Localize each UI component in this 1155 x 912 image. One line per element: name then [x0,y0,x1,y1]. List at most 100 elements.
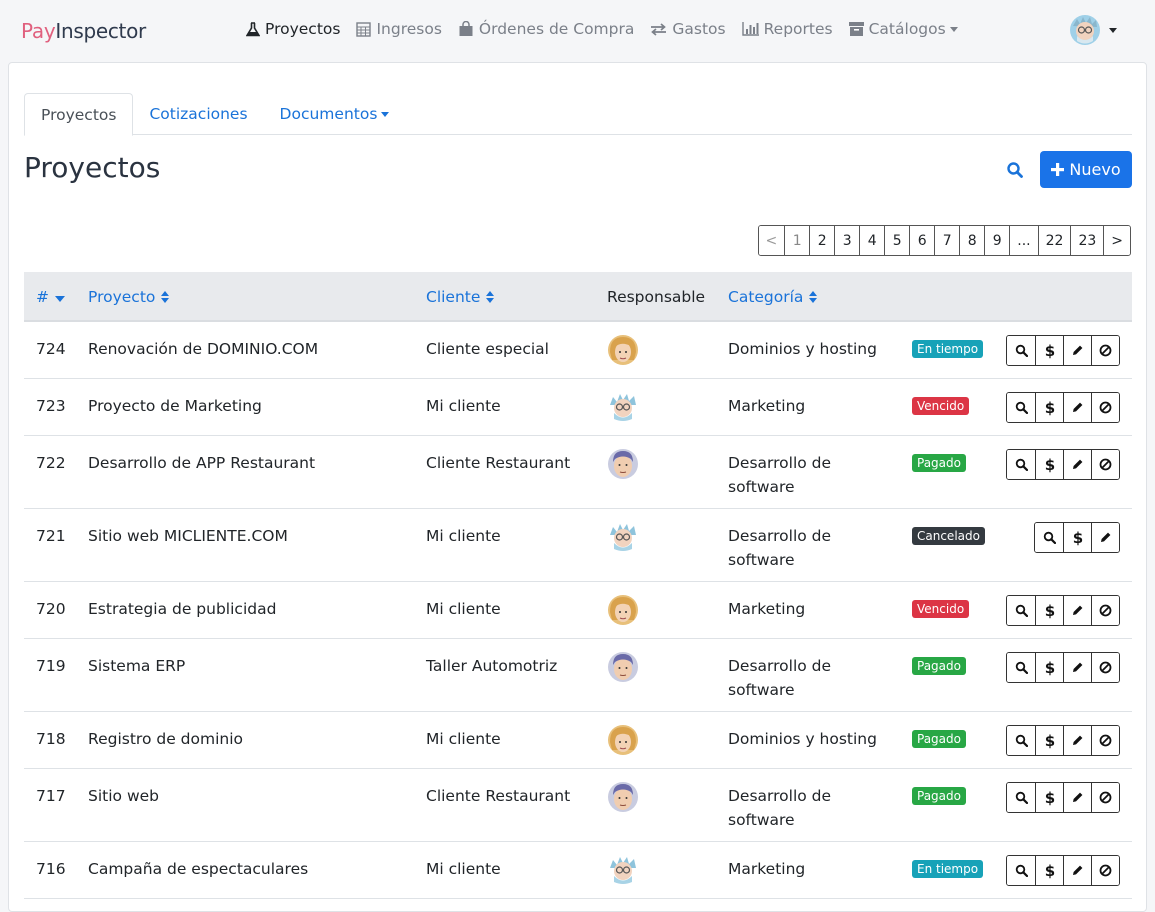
project-name: Desarrollo de APP Restaurant [88,454,316,472]
page-link-10[interactable]: ... [1009,226,1038,255]
tab-1[interactable]: Cotizaciones [133,93,263,135]
sort-icon [486,291,495,303]
new-project-button[interactable]: Nuevo [1040,151,1132,188]
nav-item-label: Ingresos [376,20,442,38]
view-button[interactable] [1007,336,1035,365]
payments-button[interactable]: $ [1035,393,1063,422]
page-link-4[interactable]: 4 [859,226,885,255]
top-navbar: PayInspector Proyectos Ingresos Órdenes de… [0,0,1155,62]
payments-button[interactable]: $ [1035,450,1063,479]
svg-text:$: $ [1045,660,1055,676]
payments-button[interactable]: $ [1063,523,1091,552]
row-actions: $ [1006,782,1120,813]
edit-button[interactable] [1063,596,1091,625]
column-category-label: Categoría [728,288,804,306]
payments-button[interactable]: $ [1035,856,1063,885]
edit-button[interactable] [1063,336,1091,365]
row-actions: $ [1006,652,1120,683]
tab-2[interactable]: Documentos [264,93,406,135]
view-button[interactable] [1007,393,1035,422]
pencil-icon [1071,734,1084,747]
cancel-button[interactable] [1091,783,1119,812]
edit-button[interactable] [1063,783,1091,812]
project-name: Registro de dominio [88,730,243,748]
view-button[interactable] [1007,653,1035,682]
cancel-button[interactable] [1091,726,1119,755]
page-link-13[interactable]: > [1103,226,1130,255]
page-link-12[interactable]: 23 [1070,226,1104,255]
page-link-8[interactable]: 8 [959,226,985,255]
payments-button[interactable]: $ [1035,336,1063,365]
svg-text:$: $ [1045,457,1055,473]
column-header-client[interactable]: Cliente [426,288,495,306]
search-icon[interactable] [1006,161,1024,179]
dropdown-caret-icon [949,26,958,32]
responsible-avatar [607,391,639,423]
edit-button[interactable] [1063,726,1091,755]
tab-label: Proyectos [41,105,117,124]
page-link-2[interactable]: 2 [809,226,835,255]
cancel-button[interactable] [1091,856,1119,885]
nav-item-5[interactable]: Catálogos [848,20,958,38]
edit-button[interactable] [1063,856,1091,885]
page-link-6[interactable]: 6 [909,226,935,255]
brand-logo[interactable]: PayInspector [21,19,146,43]
category: Marketing [728,857,805,881]
column-header-project[interactable]: Proyecto [88,288,170,306]
view-button[interactable] [1035,523,1063,552]
row-actions: $ [1006,725,1120,756]
nav-item-1[interactable]: Ingresos [356,20,442,38]
tab-0[interactable]: Proyectos [24,93,134,136]
view-button[interactable] [1007,856,1035,885]
client-name: Cliente Restaurant [426,454,571,472]
column-header-id[interactable]: # [36,288,66,306]
page-link-3[interactable]: 3 [834,226,860,255]
status-badge: Pagado [912,454,966,472]
client-name: Cliente Restaurant [426,787,571,805]
flask-icon [246,21,265,37]
table-row: 721 Sitio web MICLIENTE.COM Mi cliente Desa… [24,509,1132,582]
column-header-category[interactable]: Categoría [728,288,818,306]
table-body: 724 Renovación de DOMINIO.COM Cliente espe… [24,322,1132,899]
view-button[interactable] [1007,726,1035,755]
edit-button[interactable] [1063,393,1091,422]
page-link-0[interactable]: < [758,226,785,255]
category: Dominios y hosting [728,727,877,751]
page-link-7[interactable]: 7 [934,226,960,255]
project-id: 723 [36,397,66,415]
payments-button[interactable]: $ [1035,783,1063,812]
column-project-label: Proyecto [88,288,156,306]
nav-item-0[interactable]: Proyectos [246,20,340,38]
payments-button[interactable]: $ [1035,596,1063,625]
cancel-button[interactable] [1091,653,1119,682]
edit-button[interactable] [1063,450,1091,479]
nav-item-2[interactable]: Órdenes de Compra [458,20,634,38]
nav-item-label: Catálogos [868,20,946,38]
pagination: <1 2 3 4 5 6 7 8 9... 22 23 > [757,225,1131,256]
page-link-9[interactable]: 9 [984,226,1010,255]
category-line: Desarrollo de [728,657,832,675]
view-button[interactable] [1007,596,1035,625]
cancel-button[interactable] [1091,596,1119,625]
user-menu[interactable] [1069,14,1117,46]
pencil-icon [1071,604,1084,617]
category: Desarrollo de software [728,784,831,832]
project-name: Sistema ERP [88,657,186,675]
nav-item-4[interactable]: Reportes [741,20,833,38]
edit-button[interactable] [1063,653,1091,682]
edit-button[interactable] [1091,523,1119,552]
page-link-11[interactable]: 22 [1037,226,1071,255]
cancel-button[interactable] [1091,450,1119,479]
payments-button[interactable]: $ [1035,726,1063,755]
bar-chart-icon [741,22,764,36]
view-button[interactable] [1007,450,1035,479]
view-button[interactable] [1007,783,1035,812]
nav-item-3[interactable]: Gastos [650,20,726,38]
page-link-5[interactable]: 5 [884,226,910,255]
payments-button[interactable]: $ [1035,653,1063,682]
exchange-icon [650,22,672,36]
page-link-1[interactable]: 1 [784,226,810,255]
project-id: 720 [36,600,66,618]
cancel-button[interactable] [1091,393,1119,422]
cancel-button[interactable] [1091,336,1119,365]
